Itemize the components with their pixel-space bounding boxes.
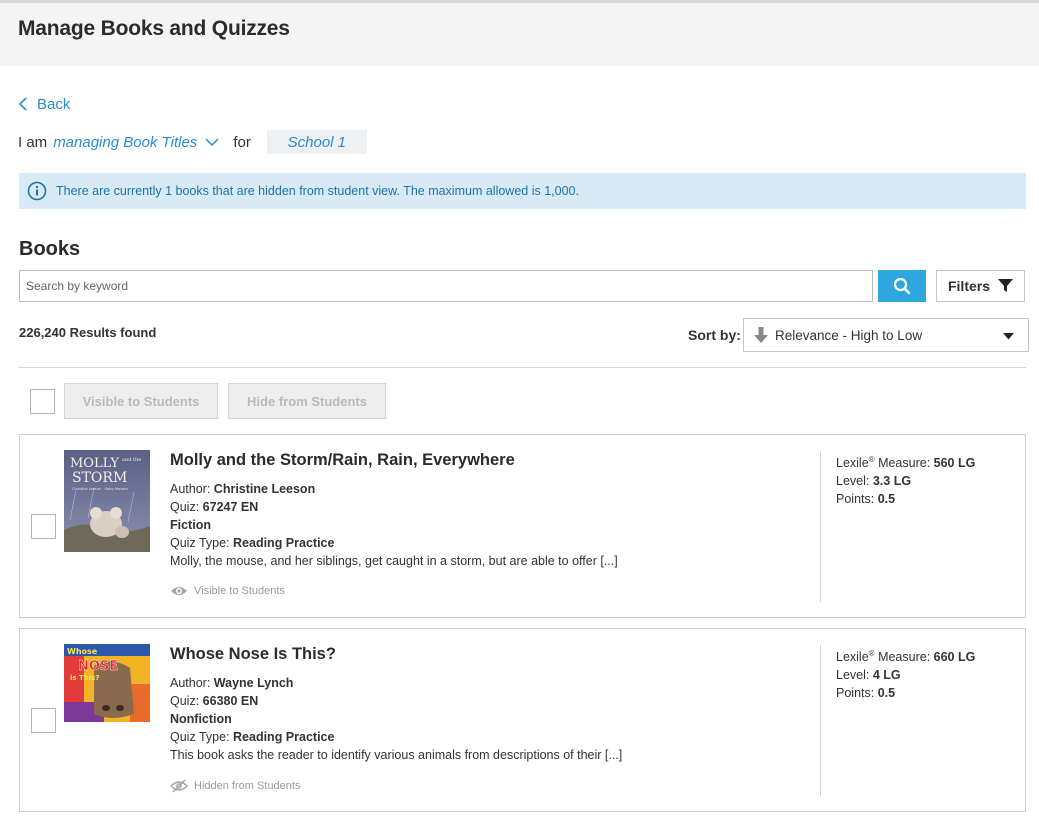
points-value: 0.5 [877,492,896,507]
sort-label: Sort by: [688,327,741,343]
cover-word-nose: NOSE [78,659,118,674]
page-header: Manage Books and Quizzes [0,0,1039,66]
author-label: Author: [170,676,211,690]
author-value: Christine Leeson [213,482,316,496]
filter-funnel-icon [998,279,1013,292]
points-label: Points: [836,492,875,507]
card-divider [820,451,821,602]
book-checkbox[interactable] [31,708,56,733]
points-label: Points: [836,686,875,701]
cover-authors: Christine Leeson · Gaby Hansen [72,487,128,491]
book-description: Molly, the mouse, and her siblings, get … [170,554,618,568]
back-link[interactable]: Back [16,95,70,113]
book-meta: Author: Wayne Lynch Quiz: 66380 EN Nonfi… [170,674,622,764]
book-card: Whose NOSE is This? Whose Nose Is This? … [19,628,1026,812]
book-description: This book asks the reader to identify va… [170,748,623,762]
search-button[interactable] [878,270,926,302]
lexile-value: 660 LG [933,650,976,665]
context-prefix: I am [18,133,48,151]
quiz-type-label: Quiz Type: [170,730,230,744]
divider [19,367,1026,368]
info-circle-icon [27,181,47,201]
info-text: There are currently 1 books that are hid… [56,184,579,198]
hide-from-students-button[interactable]: Hide from Students [228,383,386,419]
quiz-type-value: Reading Practice [233,536,335,550]
quiz-label: Quiz: [170,694,200,708]
author-label: Author: [170,482,211,496]
filters-button[interactable]: Filters [936,270,1025,302]
visibility-status[interactable]: Visible to Students [170,585,285,597]
back-label: Back [37,95,71,113]
level-label: Level: [836,474,870,489]
chevron-down-icon [205,138,219,147]
book-cover-art: Whose NOSE is This? [64,644,150,722]
results-count: 226,240 Results found [19,325,157,340]
book-title[interactable]: Molly and the Storm/Rain, Rain, Everywhe… [170,451,515,470]
book-stats: Lexile® Measure: 660 LG Level: 4 LG Poin… [836,649,976,701]
visibility-label: Hidden from Students [194,780,301,792]
book-meta: Author: Christine Leeson Quiz: 67247 EN … [170,480,618,570]
quiz-value: 66380 EN [202,694,259,708]
lexile-label: Lexile [836,456,869,471]
search-icon [893,277,911,295]
lexile-value: 560 LG [933,456,976,471]
book-cover: MOLLY and the STORM Christine Leeson · G… [64,450,150,552]
mode-dropdown[interactable]: managing Book Titles [53,134,219,151]
author-value: Wayne Lynch [213,676,294,690]
cover-small-and-the: and the [122,457,141,463]
book-title[interactable]: Whose Nose Is This? [170,645,336,664]
make-visible-button[interactable]: Visible to Students [64,383,218,419]
lexile-label: Lexile [836,650,869,665]
book-cover: Whose NOSE is This? [64,644,150,722]
page-title: Manage Books and Quizzes [18,17,290,40]
level-value: 4 LG [872,668,901,683]
points-value: 0.5 [877,686,896,701]
genre-value: Nonfiction [170,712,232,726]
mode-label: managing Book Titles [53,133,198,151]
quiz-type-value: Reading Practice [233,730,335,744]
quiz-value: 67247 EN [202,500,259,514]
chevron-left-icon [18,97,27,111]
info-banner: There are currently 1 books that are hid… [19,173,1026,209]
cover-title-storm: STORM [72,470,127,486]
genre-value: Fiction [170,518,211,532]
quiz-type-label: Quiz Type: [170,536,230,550]
book-stats: Lexile® Measure: 560 LG Level: 3.3 LG Po… [836,455,976,507]
visibility-status[interactable]: Hidden from Students [170,779,300,793]
eye-slash-icon [170,779,188,793]
eye-icon [171,587,187,595]
arrow-down-icon [754,326,768,343]
search-input[interactable] [19,270,873,302]
cover-word-whose: Whose [67,647,98,656]
for-label: for [233,133,251,151]
quiz-label: Quiz: [170,500,200,514]
sort-dropdown[interactable]: Relevance - High to Low [743,318,1029,352]
select-all-checkbox[interactable] [30,389,55,414]
book-checkbox[interactable] [31,514,56,539]
card-divider [820,645,821,796]
lexile-suffix: Measure: [878,650,931,665]
cover-word-is-this: is This? [70,674,99,682]
book-cover-art: MOLLY and the STORM Christine Leeson · G… [64,450,150,552]
visibility-label: Visible to Students [194,585,285,597]
book-card: MOLLY and the STORM Christine Leeson · G… [19,434,1026,618]
school-selector[interactable]: School 1 [266,130,367,154]
level-value: 3.3 LG [872,474,912,489]
cover-title-molly: MOLLY [70,456,119,471]
caret-down-icon [1003,333,1014,340]
lexile-suffix: Measure: [878,456,931,471]
context-line: I am managing Book Titles for School 1 [18,130,367,154]
level-label: Level: [836,668,870,683]
books-heading: Books [19,238,81,260]
sort-value: Relevance - High to Low [775,327,923,343]
filters-label: Filters [947,278,990,294]
